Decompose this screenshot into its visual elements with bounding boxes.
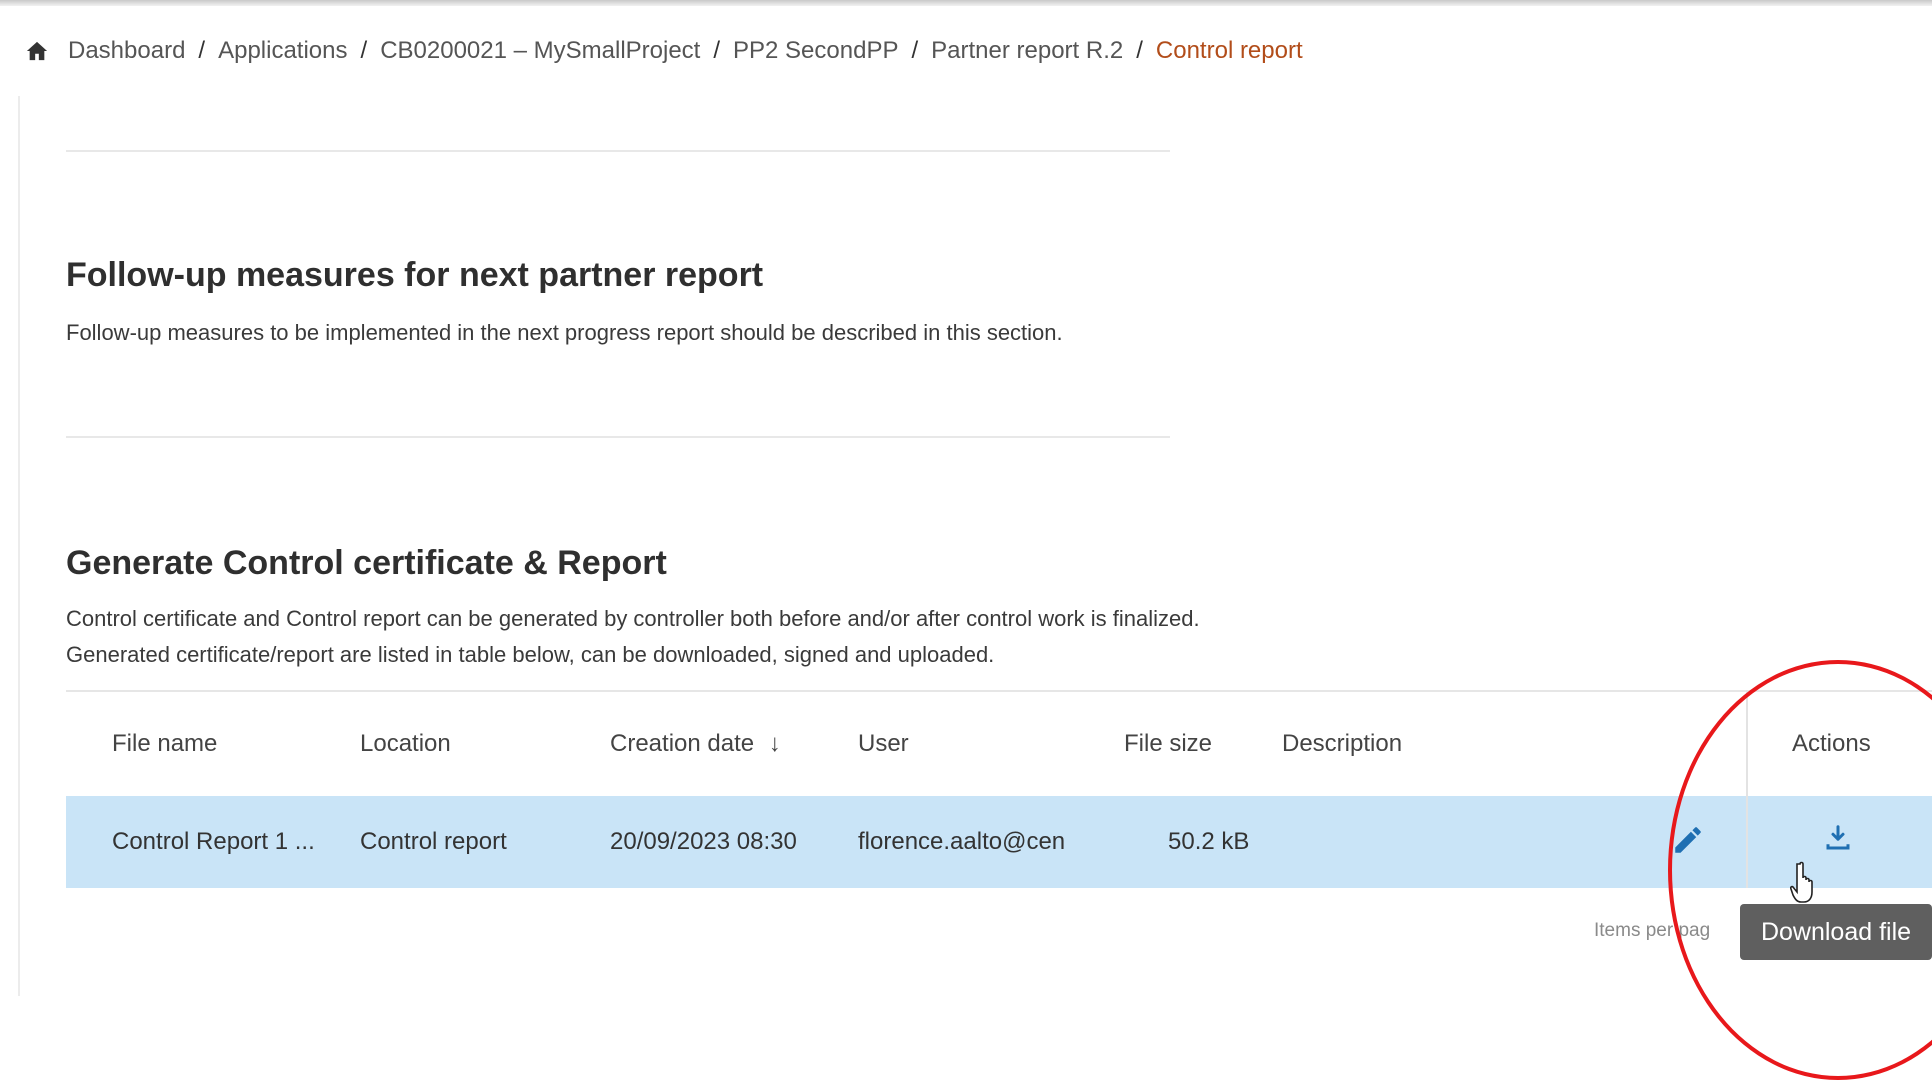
column-creation-date-label: Creation date (610, 730, 755, 757)
files-table: File name Location Creation date ↓ User … (66, 690, 1932, 888)
cell-user: florence.aalto@cen (858, 828, 1066, 855)
actions-column-divider (1746, 690, 1748, 888)
followup-title: Follow-up measures for next partner repo… (66, 256, 764, 294)
column-location[interactable]: Location (360, 730, 451, 758)
breadcrumb-applications[interactable]: Applications (218, 37, 347, 65)
download-icon[interactable] (1818, 818, 1858, 858)
column-file-name[interactable]: File name (112, 730, 217, 758)
breadcrumb-separator: / (198, 37, 206, 64)
cell-file-name: Control Report 1 ... (112, 828, 315, 855)
column-creation-date[interactable]: Creation date ↓ (610, 730, 781, 758)
followup-description: Follow-up measures to be implemented in … (66, 320, 1063, 345)
sort-arrow-icon: ↓ (768, 730, 781, 757)
column-description[interactable]: Description (1282, 730, 1402, 758)
breadcrumb-separator: / (1136, 37, 1143, 64)
breadcrumb-separator: / (360, 37, 368, 64)
table-row[interactable]: Control Report 1 ... Control report 20/0… (66, 796, 1932, 888)
column-user[interactable]: User (858, 730, 909, 758)
download-tooltip: Download file (1740, 904, 1932, 960)
breadcrumb-separator: / (911, 37, 919, 64)
cell-location: Control report (360, 828, 507, 855)
cell-file-size: 50.2 kB (1168, 828, 1250, 855)
hand-pointer-cursor-icon (1789, 860, 1820, 911)
top-border (0, 0, 1932, 6)
pencil-icon[interactable] (1668, 820, 1708, 860)
breadcrumb: Dashboard / Applications / CB0200021 – M… (26, 36, 1303, 66)
breadcrumb-project[interactable]: CB0200021 – MySmallProject (380, 37, 700, 65)
column-actions: Actions (1792, 730, 1871, 757)
generate-description-line2: Generated certificate/report are listed … (66, 642, 995, 667)
section-divider (66, 150, 1170, 152)
breadcrumb-current: Control report (1155, 37, 1303, 64)
breadcrumb-partner-report[interactable]: Partner report R.2 (931, 37, 1123, 65)
generate-description-line1: Control certificate and Control report c… (66, 606, 1200, 631)
breadcrumb-dashboard[interactable]: Dashboard (68, 37, 185, 65)
items-per-page-label: Items per pag (1594, 920, 1711, 941)
cell-creation-date: 20/09/2023 08:30 (610, 828, 797, 855)
column-file-size[interactable]: File size (1124, 730, 1212, 758)
panel-border (18, 96, 20, 996)
home-icon[interactable] (26, 38, 52, 64)
generate-title: Generate Control certificate & Report (66, 544, 667, 582)
breadcrumb-separator: / (713, 37, 721, 64)
breadcrumb-partner[interactable]: PP2 SecondPP (733, 37, 898, 65)
section-divider (66, 436, 1170, 438)
table-header: File name Location Creation date ↓ User … (66, 690, 1932, 798)
